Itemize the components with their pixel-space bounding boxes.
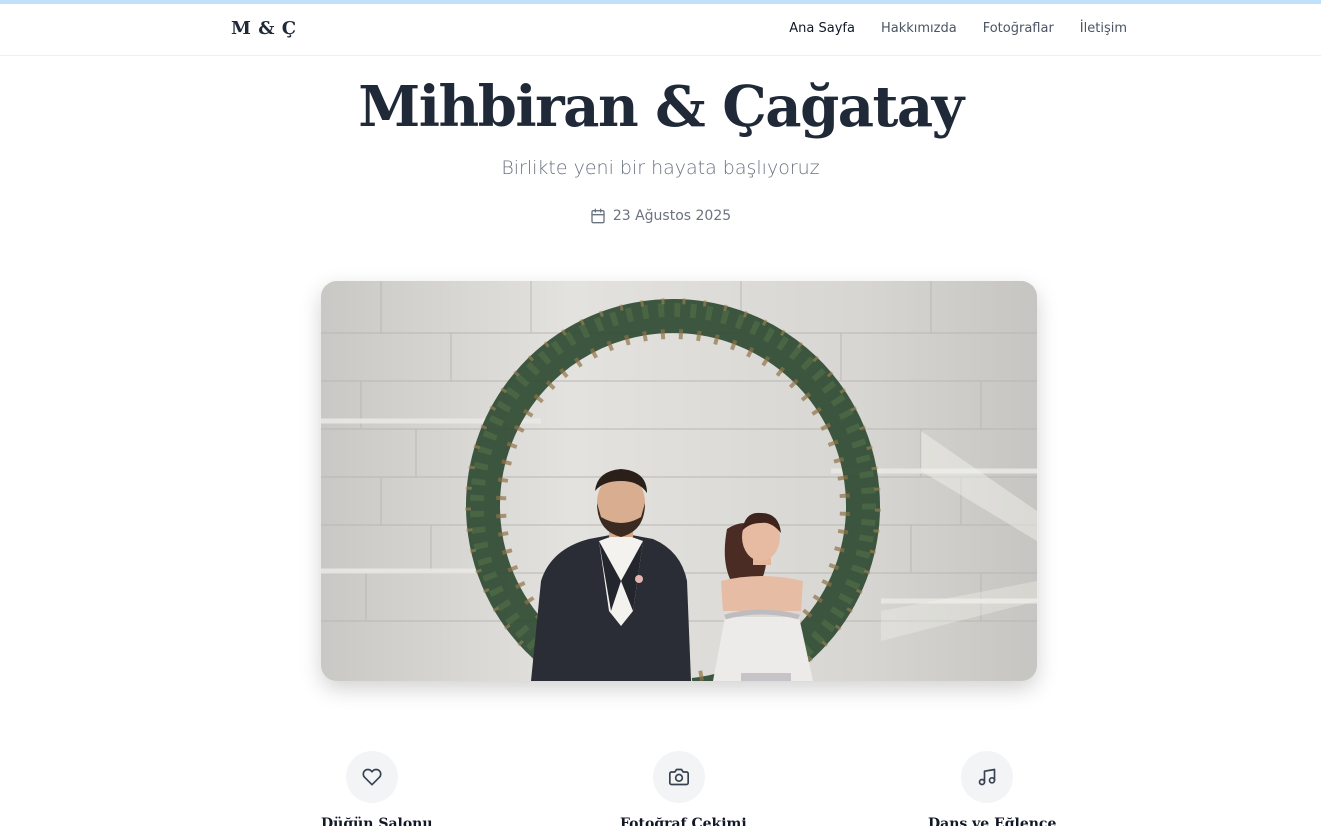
feature-dance-title: Dans ve Eğlence <box>928 816 1057 826</box>
couple-photo-illustration <box>321 281 1037 681</box>
hero-title: Mihbiran & Çağatay <box>358 74 964 140</box>
nav-link-photos[interactable]: Fotoğraflar <box>983 21 1054 36</box>
camera-icon-badge <box>653 751 705 803</box>
music-icon-badge <box>961 751 1013 803</box>
wedding-date-text: 23 Ağustos 2025 <box>612 208 732 224</box>
heart-icon-badge <box>346 751 398 803</box>
heart-icon <box>362 768 382 786</box>
nav-link-about[interactable]: Hakkımızda <box>881 21 957 36</box>
navbar: M & Ç Ana Sayfa Hakkımızda Fotoğraflar İ… <box>0 4 1321 56</box>
feature-venue-title: Düğün Salonu <box>321 816 433 826</box>
feature-venue: Düğün Salonu <box>321 751 521 826</box>
feature-photography: Fotoğraf Çekimi <box>620 751 820 826</box>
features-section: Düğün Salonu Fotoğraf Çekimi Dans ve Eğl… <box>0 751 1321 826</box>
hero-subtitle: Birlikte yeni bir hayata başlıyoruz <box>501 157 820 179</box>
couple-photo <box>321 281 1037 681</box>
feature-dance: Dans ve Eğlence <box>928 751 1128 826</box>
nav-link-contact[interactable]: İletişim <box>1080 21 1127 36</box>
wedding-date: 23 Ağustos 2025 <box>0 208 1321 224</box>
camera-icon <box>669 768 689 786</box>
site-logo[interactable]: M & Ç <box>231 18 297 39</box>
calendar-icon <box>591 208 605 224</box>
music-icon <box>978 768 996 786</box>
nav-links: Ana Sayfa Hakkımızda Fotoğraflar İletişi… <box>789 21 1127 36</box>
feature-photography-title: Fotoğraf Çekimi <box>620 816 747 826</box>
nav-link-home[interactable]: Ana Sayfa <box>789 21 855 36</box>
